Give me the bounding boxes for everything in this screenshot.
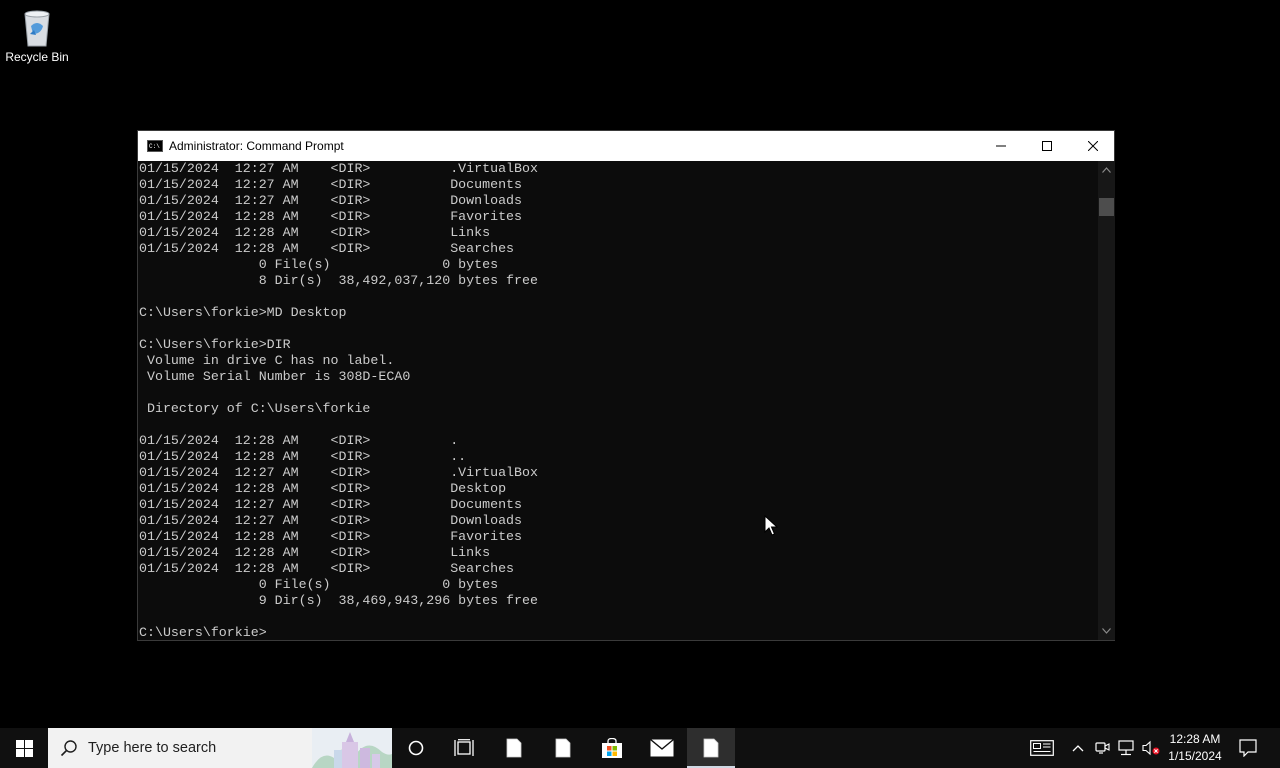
console-line: 01/15/2024 12:28 AM <DIR> Favorites	[139, 529, 523, 544]
file-icon	[555, 738, 571, 758]
meet-icon	[1095, 742, 1110, 754]
console-line: 01/15/2024 12:28 AM <DIR> Searches	[139, 561, 515, 576]
chevron-down-icon	[1102, 628, 1111, 634]
minimize-button[interactable]	[978, 131, 1024, 161]
console-line: 01/15/2024 12:27 AM <DIR> Downloads	[139, 193, 523, 208]
clock-date: 1/15/2024	[1168, 749, 1222, 763]
close-button[interactable]	[1070, 131, 1116, 161]
console-line: C:\Users\forkie>	[139, 625, 267, 640]
command-prompt-window[interactable]: C:\ Administrator: Command Prompt 01/15/…	[137, 130, 1115, 641]
title-bar[interactable]: C:\ Administrator: Command Prompt	[138, 131, 1114, 161]
console-line: 01/15/2024 12:27 AM <DIR> Documents	[139, 497, 523, 512]
news-and-interests-button[interactable]	[1028, 728, 1056, 768]
window-title: Administrator: Command Prompt	[169, 139, 344, 153]
file-icon	[703, 738, 719, 758]
desktop-icon-label: Recycle Bin	[5, 50, 69, 64]
console-line: 01/15/2024 12:28 AM <DIR> ..	[139, 449, 467, 464]
volume-button[interactable]	[1140, 728, 1162, 768]
console-line: Directory of C:\Users\forkie	[139, 401, 371, 416]
clock-time: 12:28 AM	[1169, 732, 1221, 746]
taskbar-app-file-1[interactable]	[490, 728, 538, 768]
close-icon	[1088, 141, 1098, 151]
show-hidden-icons-button[interactable]	[1068, 728, 1088, 768]
taskbar-app-file-2[interactable]	[539, 728, 587, 768]
task-view-icon	[454, 739, 474, 756]
mouse-cursor-icon	[764, 515, 778, 536]
notification-icon	[1239, 739, 1257, 757]
search-icon	[60, 740, 77, 757]
start-button[interactable]	[0, 728, 48, 768]
recycle-bin-icon	[24, 10, 50, 47]
action-center-button[interactable]	[1232, 728, 1264, 768]
console-line: 01/15/2024 12:28 AM <DIR> Favorites	[139, 209, 523, 224]
command-prompt-icon: C:\	[147, 140, 163, 152]
minimize-icon	[996, 145, 1006, 147]
search-placeholder: Type here to search	[88, 740, 217, 756]
maximize-icon	[1042, 141, 1052, 151]
search-highlight-illustration	[312, 728, 392, 768]
console-line: 0 File(s) 0 bytes	[139, 577, 499, 592]
taskbar-app-file-active[interactable]	[687, 728, 735, 768]
volume-muted-icon	[1142, 740, 1160, 756]
console-line: C:\Users\forkie>DIR	[139, 337, 291, 352]
file-icon	[506, 738, 522, 758]
windows-logo-icon	[15, 739, 33, 757]
console-line: 01/15/2024 12:28 AM <DIR> .	[139, 433, 459, 448]
taskbar-app-mail[interactable]	[638, 728, 686, 768]
task-view-button[interactable]	[440, 728, 488, 768]
console-line: 0 File(s) 0 bytes	[139, 257, 499, 272]
scroll-up-button[interactable]	[1098, 163, 1115, 177]
console-line: 01/15/2024 12:27 AM <DIR> .VirtualBox	[139, 161, 538, 176]
console-output[interactable]: 01/15/2024 12:27 AM <DIR> .VirtualBox 01/…	[138, 161, 1098, 640]
console-line: 01/15/2024 12:28 AM <DIR> Searches	[139, 241, 515, 256]
console-line: 01/15/2024 12:27 AM <DIR> Documents	[139, 177, 523, 192]
console-line: 01/15/2024 12:27 AM <DIR> .VirtualBox	[139, 465, 538, 480]
console-line: 01/15/2024 12:28 AM <DIR> Links	[139, 225, 491, 240]
console-line: 01/15/2024 12:27 AM <DIR> Downloads	[139, 513, 523, 528]
store-icon	[602, 738, 622, 758]
mail-icon	[650, 739, 674, 757]
console-line: Volume Serial Number is 308D-ECA0	[139, 369, 411, 384]
meet-now-button[interactable]	[1092, 728, 1112, 768]
maximize-button[interactable]	[1024, 131, 1070, 161]
taskbar: Type here to search 12:28 AM 1/15/2024	[0, 728, 1280, 768]
console-line: 01/15/2024 12:28 AM <DIR> Desktop	[139, 481, 507, 496]
console-line: 8 Dir(s) 38,492,037,120 bytes free	[139, 273, 538, 288]
console-line: Volume in drive C has no label.	[139, 353, 395, 368]
chevron-up-icon	[1102, 167, 1111, 173]
taskbar-clock[interactable]: 12:28 AM 1/15/2024	[1162, 728, 1228, 768]
console-line: 9 Dir(s) 38,469,943,296 bytes free	[139, 593, 538, 608]
news-icon	[1030, 740, 1054, 756]
svg-text:C:\: C:\	[149, 143, 160, 150]
vertical-scrollbar[interactable]	[1098, 161, 1115, 640]
taskbar-search-box[interactable]: Type here to search	[48, 728, 392, 768]
console-line: C:\Users\forkie>MD Desktop	[139, 305, 347, 320]
chevron-up-icon	[1072, 745, 1084, 752]
desktop-icon-recycle-bin[interactable]: Recycle Bin	[4, 6, 70, 78]
cortana-icon	[408, 740, 424, 756]
network-button[interactable]	[1116, 728, 1138, 768]
console-line: 01/15/2024 12:28 AM <DIR> Links	[139, 545, 491, 560]
taskbar-app-store[interactable]	[588, 728, 636, 768]
scroll-thumb[interactable]	[1099, 198, 1114, 216]
scroll-down-button[interactable]	[1098, 624, 1115, 638]
cortana-button[interactable]	[392, 728, 440, 768]
network-icon	[1118, 740, 1134, 756]
console-lines: 01/15/2024 12:27 AM <DIR> .VirtualBox 01/…	[139, 161, 1097, 640]
